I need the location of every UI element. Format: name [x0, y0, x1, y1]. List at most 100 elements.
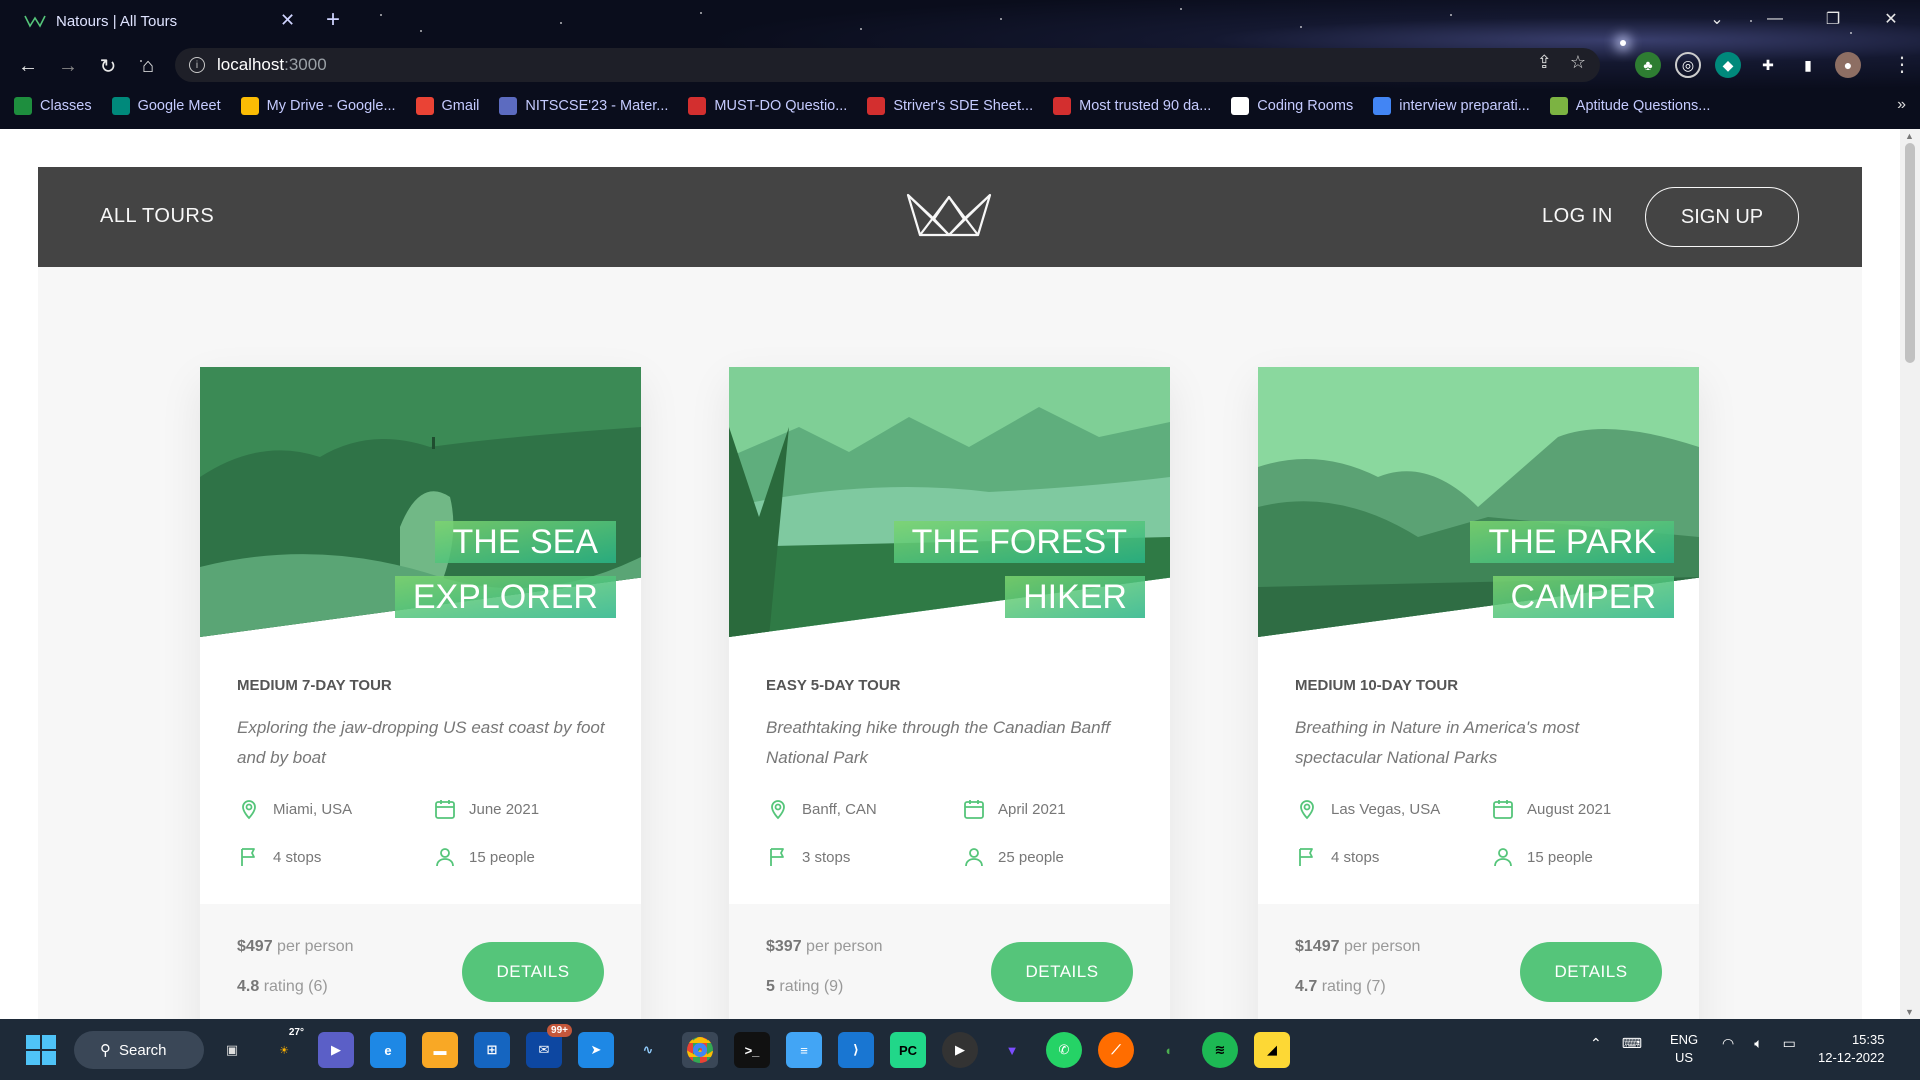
browser-menu-icon[interactable]: ⋮ — [1892, 52, 1912, 77]
bookmark-item[interactable]: MUST-DO Questio... — [688, 97, 847, 115]
url-input[interactable]: i localhost:3000 ⇪ ☆ — [175, 48, 1600, 82]
keyboard-icon[interactable]: ⌨ — [1622, 1035, 1642, 1052]
minimize-icon[interactable]: — — [1746, 0, 1804, 38]
tour-title-line-1: THE FOREST — [893, 521, 1145, 563]
tab-natours[interactable]: Natours | All Tours — [10, 6, 310, 36]
details-button[interactable]: DETAILS — [462, 942, 604, 1002]
mail-icon[interactable]: ✉ 99+ — [526, 1024, 572, 1068]
wifi-icon[interactable]: ◠ — [1722, 1035, 1734, 1052]
side-panel-icon[interactable]: ▮ — [1795, 52, 1821, 78]
tour-stops: 3 stops — [766, 845, 850, 869]
flag-icon — [241, 848, 255, 866]
bookmark-item[interactable]: My Drive - Google... — [240, 97, 396, 115]
spotify-icon[interactable]: ≋ — [1202, 1032, 1238, 1068]
start-icon[interactable] — [26, 1035, 56, 1065]
all-tours-link[interactable]: ALL TOURS — [100, 205, 214, 228]
tour-card: THE PARK CAMPER MEDIUM 10-DAY TOUR Breat… — [1258, 367, 1699, 1019]
back-icon[interactable]: ← — [14, 52, 42, 80]
tour-price: $497 per person — [237, 938, 354, 956]
more-bookmarks-icon[interactable]: » — [1897, 96, 1906, 114]
teams-chat-icon[interactable]: ▶ — [318, 1032, 354, 1068]
bookmark-item[interactable]: NITSCSE'23 - Mater... — [499, 97, 668, 115]
tour-card: THE SEA EXPLORER MEDIUM 7-DAY TOUR Explo… — [200, 367, 641, 1019]
page-scrollbar[interactable]: ▲ ▼ — [1900, 129, 1920, 1019]
restore-icon[interactable]: ❐ — [1804, 0, 1862, 38]
edge-icon[interactable]: e — [370, 1032, 406, 1068]
tab-title: Natours | All Tours — [56, 12, 178, 30]
notepad-icon[interactable]: ≡ — [786, 1032, 822, 1068]
pycharm-icon[interactable]: PC — [890, 1032, 926, 1068]
language-line-2: US — [1675, 1050, 1694, 1065]
taskbar-apps: ▣ ☀ 27° ▶ e ▬ ⊞ ✉ 99+ ➤ ∿ >_ ≡ ⟩ PC ▶ ▼ ✆ … — [214, 1024, 1290, 1068]
tour-title-line-2: HIKER — [1005, 576, 1145, 618]
sticky-notes-icon[interactable]: ◢ — [1254, 1032, 1290, 1068]
bookmark-item[interactable]: Coding Rooms — [1231, 97, 1353, 115]
site-info-icon[interactable]: i — [189, 57, 205, 73]
tour-rating-suffix: rating (6) — [263, 978, 328, 995]
bookmark-item[interactable]: Striver's SDE Sheet... — [867, 97, 1033, 115]
chrome-icon[interactable] — [682, 1032, 718, 1068]
weather-icon[interactable]: ☀ 27° — [266, 1027, 304, 1068]
bookmark-item[interactable]: Google Meet — [111, 97, 221, 115]
bookmark-label: Striver's SDE Sheet... — [893, 98, 1034, 114]
close-tab-icon[interactable]: ✕ — [280, 10, 295, 31]
task-view-icon[interactable]: ▣ — [214, 1032, 250, 1068]
calendar-icon — [1493, 800, 1513, 819]
tour-price: $1497 per person — [1295, 938, 1420, 956]
details-button[interactable]: DETAILS — [991, 942, 1133, 1002]
language-indicator[interactable]: ENG US — [1670, 1031, 1698, 1067]
profile-avatar[interactable]: ● — [1835, 52, 1861, 78]
scroll-up-icon[interactable]: ▲ — [1905, 131, 1914, 141]
target-extension-icon[interactable]: ◎ — [1675, 52, 1701, 78]
reload-icon[interactable]: ↻ — [94, 52, 122, 80]
scroll-down-icon[interactable]: ▼ — [1905, 1007, 1914, 1017]
file-explorer-icon[interactable]: ▬ — [422, 1032, 458, 1068]
new-tab-icon[interactable]: + — [326, 6, 340, 34]
map-pin-icon — [1300, 800, 1314, 820]
volume-icon[interactable]: 🔈︎ — [1754, 1035, 1762, 1052]
bookmark-item[interactable]: Aptitude Questions... — [1549, 97, 1710, 115]
close-window-icon[interactable]: ✕ — [1862, 0, 1920, 38]
tour-stops-text: 3 stops — [802, 848, 851, 866]
log-in-link[interactable]: LOG IN — [1542, 205, 1613, 228]
vscode-icon[interactable]: ⟩ — [838, 1032, 874, 1068]
tour-stops-text: 4 stops — [1331, 848, 1380, 866]
proton-vpn-icon[interactable]: ▼ — [994, 1032, 1030, 1068]
home-icon[interactable]: ⌂ — [134, 52, 162, 80]
bookmark-star-icon[interactable]: ☆ — [1570, 52, 1586, 73]
scroll-thumb[interactable] — [1905, 143, 1915, 363]
resource-monitor-icon[interactable]: ∿ — [630, 1032, 666, 1068]
docs-icon — [1373, 97, 1392, 115]
show-hidden-icons-icon[interactable]: ⌃ — [1590, 1035, 1602, 1052]
puzzle-extensions-icon[interactable]: ✚ — [1755, 52, 1781, 78]
taskbar-search[interactable]: ⚲ Search — [74, 1031, 204, 1069]
mongodb-icon[interactable]: ◖ — [1150, 1032, 1186, 1068]
details-button[interactable]: DETAILS — [1520, 942, 1662, 1002]
bookmark-item[interactable]: Classes — [14, 97, 92, 115]
tour-price-suffix: per person — [806, 938, 883, 955]
bookmark-item[interactable]: Gmail — [415, 97, 479, 115]
gem-extension-icon[interactable]: ◆ — [1715, 52, 1741, 78]
bookmark-item[interactable]: interview preparati... — [1373, 97, 1530, 115]
clock[interactable]: 15:35 12-12-2022 — [1818, 1031, 1885, 1067]
whatsapp-icon[interactable]: ✆ — [1046, 1032, 1082, 1068]
omnibox-actions: ⇪ ☆ — [1537, 52, 1586, 73]
tour-card-footer: $497 per person 4.8 rating (6) DETAILS — [200, 904, 641, 1019]
battery-icon[interactable]: ▭ — [1783, 1035, 1796, 1052]
bookmark-item[interactable]: Most trusted 90 da... — [1053, 97, 1211, 115]
messenger-icon[interactable]: ➤ — [578, 1032, 614, 1068]
calendar-icon — [964, 800, 984, 819]
sign-up-button[interactable]: SIGN UP — [1645, 187, 1799, 247]
search-icon: ⚲ — [100, 1042, 111, 1059]
tour-subheading: EASY 5-DAY TOUR — [766, 677, 901, 694]
terminal-icon[interactable]: >_ — [734, 1032, 770, 1068]
share-icon[interactable]: ⇪ — [1537, 52, 1552, 73]
tree-extension-icon[interactable]: ♣ — [1635, 52, 1661, 78]
tab-search-icon[interactable]: ⌄ — [1688, 0, 1746, 38]
forward-icon[interactable]: → — [54, 52, 82, 80]
tour-rating-value: 4.7 — [1295, 978, 1318, 995]
media-player-icon[interactable]: ▶ — [942, 1032, 978, 1068]
store-icon[interactable]: ⊞ — [474, 1032, 510, 1068]
user-icon — [436, 848, 454, 867]
postman-icon[interactable]: ⟋ — [1098, 1032, 1134, 1068]
